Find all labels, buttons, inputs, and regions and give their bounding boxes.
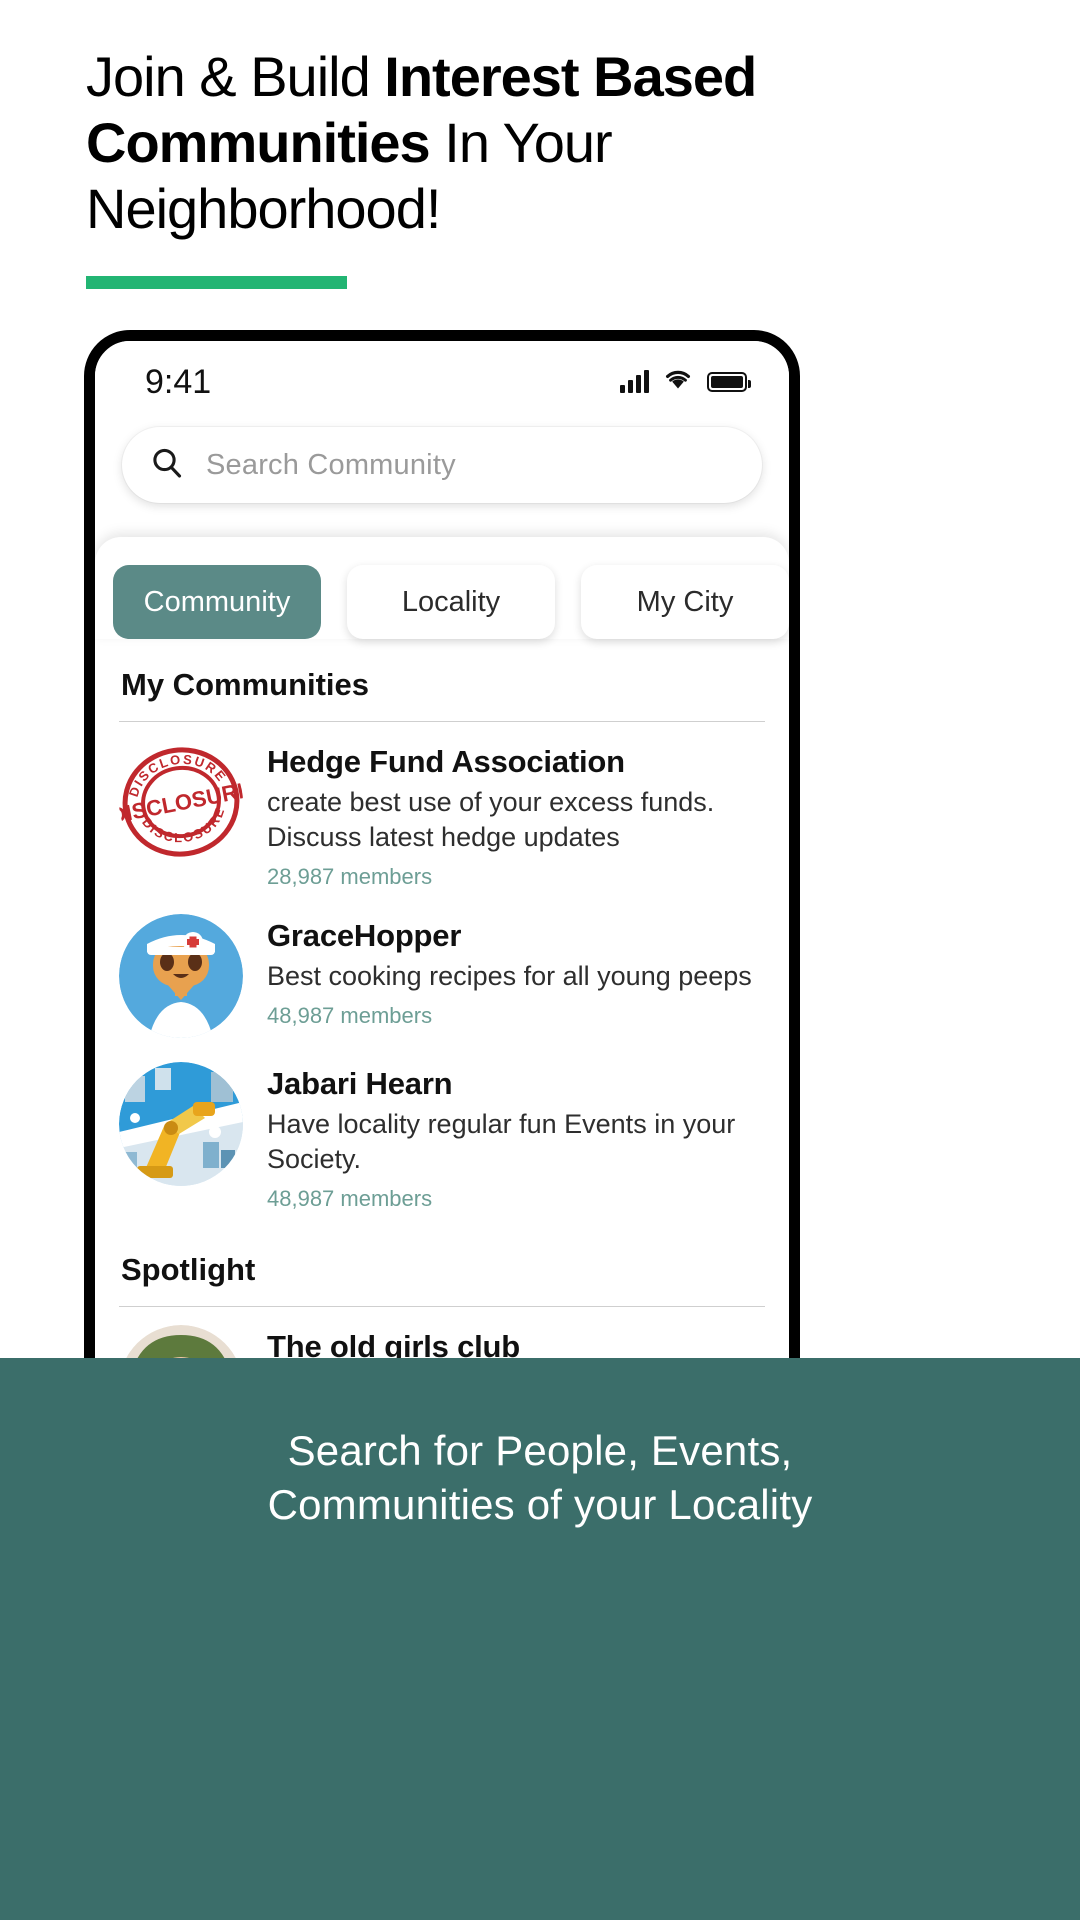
headline-part-5: Neighborhood!	[86, 177, 441, 240]
caption-line-2: Communities of your Locality	[267, 1481, 813, 1528]
headline-part-3: Communities	[86, 111, 431, 174]
community-description: Best cooking recipes for all young peeps	[267, 961, 752, 991]
battery-full-icon	[707, 372, 751, 392]
robot-factory-avatar	[119, 1062, 243, 1186]
list-item[interactable]: DISCLOSURE DISCLOSURE DISCLOSURE Hedge F…	[119, 722, 765, 896]
page-title: Join & Build Interest Based Communities …	[86, 44, 846, 242]
member-count: 28,987 members	[267, 864, 433, 889]
search-placeholder: Search Community	[206, 448, 456, 481]
member-count: 48,987 members	[267, 1186, 433, 1211]
community-description: create best use of your excess funds. Di…	[267, 787, 715, 852]
headline-part-2: Interest Based	[384, 45, 757, 108]
footer-caption: Search for People, Events, Communities o…	[0, 1358, 1080, 1920]
cellular-signal-icon	[620, 370, 649, 393]
headline-part-4: In Your	[429, 111, 612, 174]
list-item-body: Hedge Fund Association create best use o…	[267, 740, 765, 890]
status-time: 9:41	[145, 362, 212, 401]
accent-underline	[86, 276, 347, 289]
search-input[interactable]: Search Community	[122, 427, 762, 503]
tab-community[interactable]: Community	[113, 565, 321, 639]
phone-mockup: 9:41 Search Community Community Locality…	[84, 330, 800, 1430]
list-item[interactable]: Jabari Hearn Have locality regular fun E…	[119, 1044, 765, 1218]
search-icon	[150, 446, 184, 485]
list-item-body: GraceHopper Best cooking recipes for all…	[267, 914, 765, 1029]
disclosure-stamp-avatar: DISCLOSURE DISCLOSURE DISCLOSURE	[119, 740, 243, 864]
section-title-my-communities: My Communities	[121, 667, 370, 702]
list-item[interactable]: GraceHopper Best cooking recipes for all…	[119, 896, 765, 1044]
community-name: Jabari Hearn	[267, 1066, 453, 1101]
tab-locality[interactable]: Locality	[347, 565, 555, 639]
phone-screen: 9:41 Search Community Community Locality…	[95, 341, 789, 1419]
tab-my-city[interactable]: My City	[581, 565, 789, 639]
section-title-spotlight: Spotlight	[121, 1252, 256, 1287]
community-list: My Communities DISCLOSURE DISCLOSURE DIS…	[95, 639, 789, 1419]
member-count: 48,987 members	[267, 1003, 433, 1028]
headline-part-1: Join & Build	[86, 45, 385, 108]
status-icons	[620, 368, 751, 396]
community-name: Hedge Fund Association	[267, 744, 625, 779]
list-item-body: Jabari Hearn Have locality regular fun E…	[267, 1062, 765, 1212]
community-description: Have locality regular fun Events in your…	[267, 1109, 736, 1174]
caption-line-1: Search for People, Events,	[287, 1427, 793, 1474]
tab-bar: Community Locality My City	[95, 565, 789, 639]
nurse-character-avatar	[119, 914, 243, 1038]
community-name: GraceHopper	[267, 918, 462, 953]
search-section: Search Community	[95, 427, 789, 503]
status-bar: 9:41	[95, 341, 789, 423]
wifi-icon	[663, 368, 693, 396]
tabs-card: Community Locality My City	[95, 537, 789, 639]
